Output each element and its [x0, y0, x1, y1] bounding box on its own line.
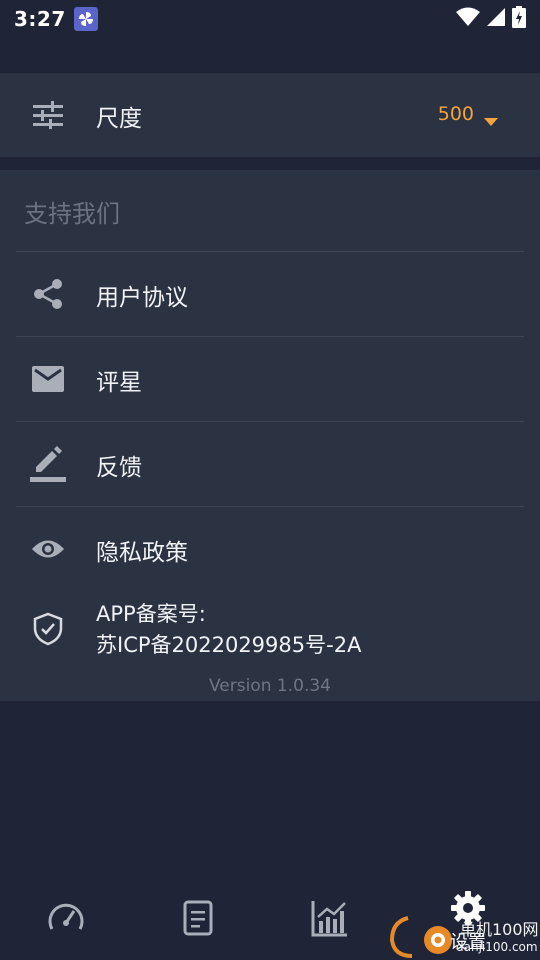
mail-icon [28, 359, 68, 399]
watermark-logo-icon [389, 916, 452, 958]
section-title: 支持我们 [24, 200, 120, 228]
eye-icon [28, 529, 68, 569]
speedometer-icon[interactable] [44, 896, 88, 940]
status-time: 3:27 [14, 7, 66, 31]
support-card: 支持我们 用户协议 评星 反馈 隐私政策 APP备案号: 苏ICP备202202… [0, 170, 540, 701]
shield-check-icon [28, 609, 68, 649]
signal-icon [486, 7, 506, 31]
watermark-url: danji100.com [456, 940, 538, 954]
privacy-policy-label: 隐私政策 [96, 540, 188, 566]
scale-label: 尺度 [96, 106, 142, 132]
rate-row[interactable]: 评星 [0, 337, 540, 421]
user-agreement-label: 用户协议 [96, 285, 188, 311]
scale-value[interactable]: 500 [438, 103, 474, 125]
privacy-policy-row[interactable]: 隐私政策 [0, 507, 540, 591]
chevron-down-icon[interactable] [484, 111, 498, 130]
feedback-label: 反馈 [96, 455, 142, 481]
settings-screen: 3:27 尺度 500 支持我们 用户协议 评星 反馈 隐私政策 APP备案号:… [0, 0, 540, 960]
scale-card: 尺度 500 [0, 73, 540, 157]
user-agreement-row[interactable]: 用户协议 [0, 252, 540, 336]
rate-label: 评星 [96, 370, 142, 396]
wifi-icon [456, 7, 480, 31]
scale-row[interactable]: 尺度 500 [0, 73, 540, 157]
feedback-row[interactable]: 反馈 [0, 422, 540, 506]
share-icon [28, 274, 68, 314]
record-number: 苏ICP备2022029985号-2A [96, 633, 362, 657]
version-text: Version 1.0.34 [209, 676, 331, 696]
document-icon[interactable] [176, 896, 220, 940]
record-row: APP备案号: 苏ICP备2022029985号-2A [0, 595, 540, 665]
chart-icon[interactable] [308, 896, 352, 940]
status-bar: 3:27 [0, 0, 540, 38]
edit-icon [28, 444, 68, 484]
pinwheel-icon [73, 7, 98, 31]
record-label: APP备案号: [96, 602, 206, 626]
battery-charging-icon [512, 6, 526, 32]
tune-sliders-icon [28, 95, 68, 135]
watermark-text: 单机100网 [460, 920, 539, 939]
